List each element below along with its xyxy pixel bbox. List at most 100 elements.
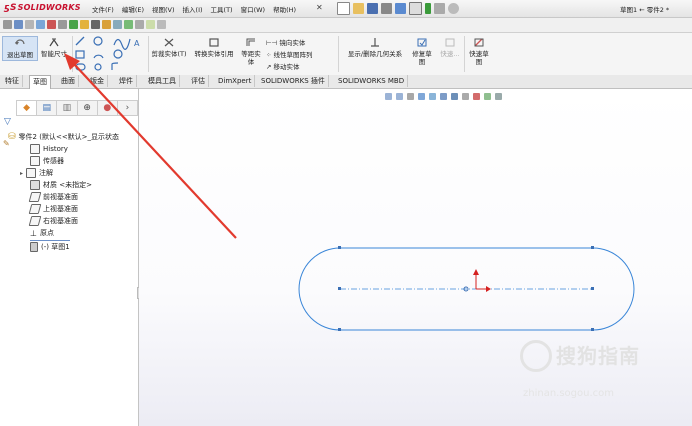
trim-entities-label: 剪裁实体(T): [151, 50, 187, 58]
point-icon[interactable]: [94, 63, 102, 71]
arc-icon[interactable]: [93, 54, 104, 59]
text-icon[interactable]: A: [134, 39, 140, 48]
display-icon[interactable]: [58, 20, 67, 29]
section-view-icon[interactable]: [124, 20, 133, 29]
repair-sketch-label: 修复草图: [412, 50, 432, 66]
tab-mold-tools[interactable]: 模具工具: [145, 75, 180, 87]
color-icon[interactable]: [47, 20, 56, 29]
repair-sketch-button[interactable]: 修复草图: [410, 37, 434, 66]
view-icon[interactable]: [36, 20, 45, 29]
tab-dimxpert[interactable]: DimXpert: [215, 75, 256, 87]
scene-icon[interactable]: [91, 20, 100, 29]
menu-tools[interactable]: 工具(T): [211, 4, 233, 14]
tree-item-sketch1[interactable]: (-) 草图1: [30, 240, 70, 252]
options-icon[interactable]: [448, 3, 459, 14]
tree-item-material[interactable]: 材质 <未指定>: [30, 180, 92, 190]
configuration-manager-tab-icon[interactable]: ▥: [57, 101, 78, 115]
graphics-area[interactable]: 搜狗指南 zhinan.sogou.com: [139, 89, 692, 426]
tab-sheet-metal[interactable]: 钣金: [87, 75, 108, 87]
feature-tree-tab-icon[interactable]: ◆: [17, 101, 38, 115]
tree-item-annotations[interactable]: ▸ 注解: [20, 168, 53, 178]
fillet-icon[interactable]: [111, 62, 119, 70]
menu-help[interactable]: 帮助(H): [273, 4, 296, 14]
display-manager-tab-icon[interactable]: ●: [98, 101, 118, 115]
print-icon[interactable]: [381, 3, 392, 14]
filter-icon[interactable]: ▽: [4, 117, 11, 127]
tree-item-top-plane[interactable]: 上视基准面: [28, 204, 78, 214]
tab-evaluate[interactable]: 评估: [188, 75, 209, 87]
sketch-endpoint[interactable]: [591, 328, 594, 331]
property-manager-tab-icon[interactable]: ▤: [37, 101, 58, 115]
offset-entities-button[interactable]: 等距实体: [239, 37, 263, 66]
app-logo: ƽSSOLIDWORKS: [4, 3, 81, 13]
sketch-tool-icon[interactable]: [3, 20, 12, 29]
circle-icon[interactable]: [93, 36, 103, 46]
table-icon[interactable]: [146, 20, 155, 29]
measure-icon[interactable]: [102, 20, 111, 29]
tab-sketch[interactable]: 草图: [29, 75, 51, 89]
menu-view[interactable]: 视图(V): [152, 4, 175, 14]
dimxpert-manager-tab-icon[interactable]: ⊕: [78, 101, 98, 115]
lighting-icon[interactable]: [80, 20, 89, 29]
convert-entities-button[interactable]: 转换实体引用: [192, 37, 236, 58]
new-document-icon[interactable]: [337, 2, 350, 15]
display-relations-button[interactable]: 显示/删除几何关系: [342, 37, 408, 58]
watermark-logo: [520, 340, 552, 372]
sketch-endpoint[interactable]: [591, 246, 594, 249]
mirror-entities-button[interactable]: ⊢⊣ 镜向实体: [266, 37, 305, 47]
smart-dimension-button[interactable]: 智能尺寸: [38, 37, 70, 58]
slot-icon[interactable]: [75, 63, 86, 71]
rebuild-icon[interactable]: [425, 3, 431, 14]
slot-center-point[interactable]: [591, 287, 594, 290]
save-icon[interactable]: [367, 3, 378, 14]
open-icon[interactable]: [353, 3, 364, 14]
chart-icon[interactable]: [157, 20, 166, 29]
exit-sketch-icon: [15, 39, 25, 45]
appearance-icon[interactable]: [69, 20, 78, 29]
line-icon[interactable]: [75, 36, 85, 46]
watermark-text: 搜狗指南: [556, 344, 640, 368]
file-properties-icon[interactable]: [434, 3, 445, 14]
select-icon[interactable]: [409, 2, 422, 15]
menu-window[interactable]: 窗口(W): [241, 4, 266, 14]
part-name: 零件2 (默认<<默认>_显示状态: [18, 133, 120, 141]
line-tool-icon[interactable]: [14, 20, 23, 29]
slot-center-point[interactable]: [338, 287, 341, 290]
move-entities-label: 移动实体: [273, 63, 300, 71]
sketch-canvas[interactable]: [139, 89, 692, 426]
quick-snaps-button[interactable]: 快速...: [438, 37, 462, 58]
tree-item-sensors[interactable]: 传感器: [30, 156, 64, 166]
rapid-sketch-button[interactable]: 快速草图: [467, 37, 491, 66]
move-entities-button[interactable]: ↗ 移动实体: [266, 61, 300, 71]
menu-edit[interactable]: 编辑(E): [122, 4, 144, 14]
spline-icon[interactable]: [113, 38, 131, 50]
menu-insert[interactable]: 插入(I): [183, 4, 203, 14]
tab-weldments[interactable]: 焊件: [116, 75, 137, 87]
trim-entities-button[interactable]: 剪裁实体(T): [150, 37, 188, 58]
sketch-icon: [30, 242, 38, 252]
exit-sketch-button[interactable]: 退出草图: [2, 36, 38, 61]
tree-item-history[interactable]: History: [30, 144, 68, 154]
tab-solidworks-mbd[interactable]: SOLIDWORKS MBD: [335, 75, 409, 87]
grid-icon[interactable]: [25, 20, 34, 29]
tree-item-origin[interactable]: ⊥ 原点: [30, 228, 54, 238]
polygon-icon[interactable]: [113, 49, 123, 59]
menu-file[interactable]: 文件(F): [92, 4, 114, 14]
rectangle-icon[interactable]: [75, 50, 85, 59]
expand-tabs-icon[interactable]: ›: [118, 101, 137, 115]
rapid-sketch-icon: [474, 38, 484, 47]
expand-arrow-icon[interactable]: ▸: [20, 170, 23, 177]
tab-surfaces[interactable]: 曲面: [58, 75, 79, 87]
tab-features[interactable]: 特征: [2, 75, 23, 87]
pin-icon[interactable]: ✕: [316, 3, 323, 12]
zoom-icon[interactable]: [113, 20, 122, 29]
tree-item-front-plane[interactable]: 前视基准面: [28, 192, 78, 202]
tree-item-right-plane[interactable]: 右视基准面: [28, 216, 78, 226]
undo-icon[interactable]: [395, 3, 406, 14]
linear-pattern-button[interactable]: ⁘ 线性草图阵列: [266, 49, 313, 59]
sketch-endpoint[interactable]: [338, 328, 341, 331]
feature-tree-root[interactable]: ⛁ 零件2 (默认<<默认>_显示状态: [8, 132, 119, 142]
sketch-endpoint[interactable]: [338, 246, 341, 249]
layers-icon[interactable]: [135, 20, 144, 29]
tab-solidworks-addins[interactable]: SOLIDWORKS 插件: [258, 75, 329, 87]
